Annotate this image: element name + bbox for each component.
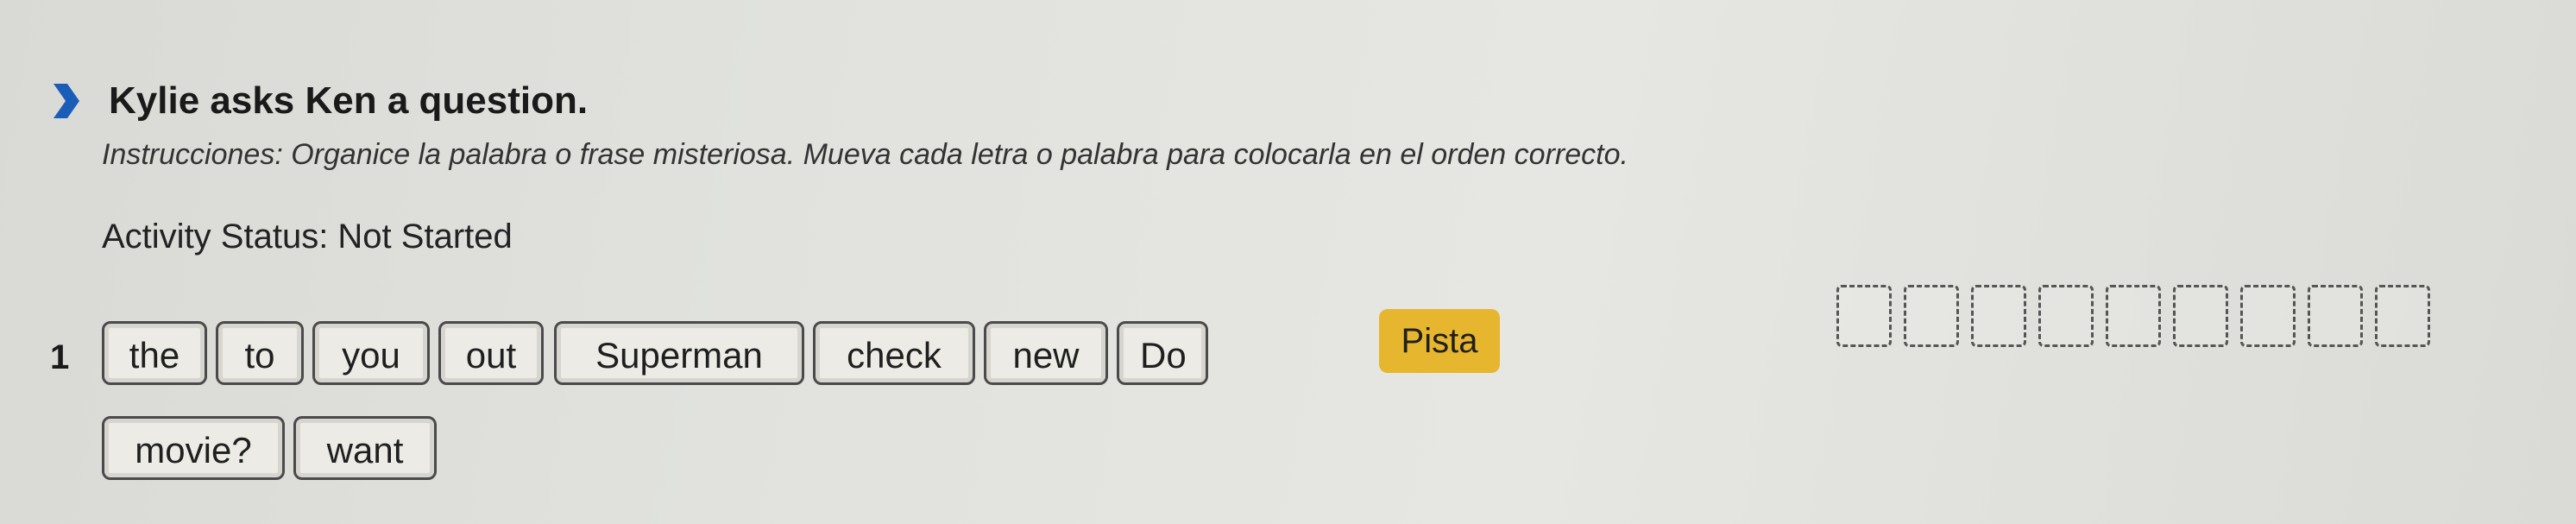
word-tile-to[interactable]: to: [216, 321, 304, 385]
answer-slot[interactable]: [2173, 285, 2228, 347]
word-tile-the[interactable]: the: [102, 321, 207, 385]
word-tile-new[interactable]: new: [984, 321, 1108, 385]
instructions-text: Instrucciones: Organice la palabra o fra…: [102, 138, 1628, 171]
answer-slot[interactable]: [1836, 285, 1892, 347]
word-tile-want[interactable]: want: [293, 416, 437, 480]
word-tile-do[interactable]: Do: [1117, 321, 1208, 385]
answer-slot[interactable]: [2106, 285, 2161, 347]
answer-slots: [1836, 285, 2442, 347]
question-text: Kylie asks Ken a question.: [109, 79, 589, 122]
word-tile-out[interactable]: out: [438, 321, 544, 385]
answer-slot[interactable]: [2308, 285, 2363, 347]
activity-status: Activity Status: Not Started: [102, 218, 513, 256]
chevron-right-icon: [54, 84, 79, 118]
word-tile-movie[interactable]: movie?: [102, 416, 285, 480]
answer-slot[interactable]: [2038, 285, 2094, 347]
answer-slot[interactable]: [1971, 285, 2026, 347]
question-prompt: Kylie asks Ken a question.: [52, 79, 588, 123]
answer-slot[interactable]: [1904, 285, 1959, 347]
hint-button[interactable]: Pista: [1379, 309, 1500, 373]
item-number: 1: [50, 338, 70, 376]
word-tile-check[interactable]: check: [813, 321, 975, 385]
word-tile-you[interactable]: you: [312, 321, 430, 385]
answer-slot[interactable]: [2240, 285, 2296, 347]
word-tile-superman[interactable]: Superman: [554, 321, 804, 385]
answer-slot[interactable]: [2375, 285, 2430, 347]
